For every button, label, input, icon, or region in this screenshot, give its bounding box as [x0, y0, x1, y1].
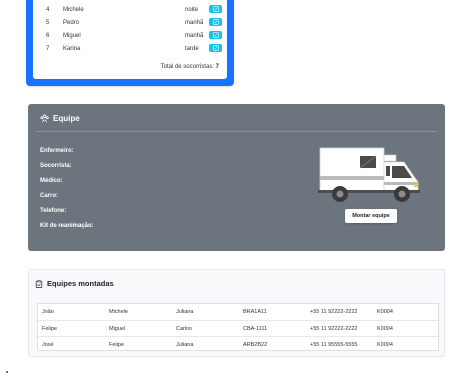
row-name: Pedro: [63, 20, 80, 26]
socorristas-card: 4 Michele noite 5 Pedro manhã 6 Miguel m…: [26, 0, 234, 86]
cell-carro: ARB2B22: [243, 342, 268, 348]
cell-telefone: +55 11 92222-2222: [310, 326, 358, 332]
equipes-montadas-card: Equipes montadas João Michele Juliana BR…: [28, 269, 445, 357]
row-name: Michele: [63, 7, 84, 13]
row-name: Miguel: [63, 33, 81, 39]
cell-kit: K0004: [377, 326, 393, 332]
field-kit-reanimacao: Kit de reanimação:: [40, 223, 94, 229]
montar-equipe-button[interactable]: Montar equipe: [345, 209, 397, 223]
cell-enfermeiro: José: [42, 342, 54, 348]
table-row: José Felipe Juliana ARB2B22 +55 11 95555…: [38, 336, 438, 352]
table-row: 7 Karina tarde: [33, 43, 227, 56]
row-number: 6: [46, 33, 50, 39]
total-label: Total de socorristas:: [160, 64, 214, 70]
cell-telefone: +55 11 95555-5555: [310, 342, 358, 348]
team-icon: [40, 114, 49, 123]
cell-carro: BRA1A11: [243, 309, 267, 315]
divider: [36, 131, 437, 132]
equipe-title: Equipe: [53, 114, 80, 123]
row-number: 7: [46, 46, 50, 52]
socorristas-table: 4 Michele noite 5 Pedro manhã 6 Miguel m…: [33, 0, 227, 79]
field-socorrista: Socorrista:: [40, 163, 72, 169]
edit-button[interactable]: [209, 5, 222, 13]
edit-icon: [212, 45, 219, 51]
clipboard-icon: [35, 279, 43, 288]
equipes-montadas-header: Equipes montadas: [35, 279, 114, 288]
ambulance-illustration: [318, 147, 420, 202]
row-number: 4: [46, 7, 50, 13]
total-socorristas: Total de socorristas: 7: [161, 64, 219, 70]
row-name: Karina: [63, 46, 81, 52]
cell-kit: K0004: [377, 309, 393, 315]
equipes-montadas-title: Equipes montadas: [47, 279, 114, 288]
row-shift: manhã: [185, 33, 204, 39]
edit-button[interactable]: [209, 44, 222, 52]
field-medico: Médico:: [40, 178, 63, 184]
cell-medico: Carlos: [176, 326, 192, 332]
equipe-header: Equipe: [40, 114, 80, 123]
field-enfermeiro: Enfermeiro:: [40, 148, 74, 154]
cell-medico: Juliana: [176, 309, 194, 315]
stray-dot: [6, 371, 8, 373]
cell-enfermeiro: Felipe: [42, 326, 57, 332]
row-shift: manhã: [185, 20, 204, 26]
cell-socorrista: Felipe: [109, 342, 124, 348]
cell-kit: K0004: [377, 342, 393, 348]
cell-socorrista: Michele: [109, 309, 128, 315]
total-value: 7: [215, 64, 219, 70]
table-row: 6 Miguel manhã: [33, 30, 227, 43]
equipe-card: Equipe Enfermeiro: Socorrista: Médico: C…: [28, 104, 445, 251]
row-shift: tarde: [185, 46, 199, 52]
field-telefone: Telefone:: [40, 208, 67, 214]
row-number: 5: [46, 20, 50, 26]
cell-enfermeiro: João: [42, 309, 54, 315]
edit-icon: [212, 19, 219, 25]
table-row: Felipe Miguel Carlos CBA-1111 +55 11 922…: [38, 320, 438, 336]
table-row: 4 Michele noite: [33, 4, 227, 17]
field-carro: Carro:: [40, 193, 59, 199]
cell-socorrista: Miguel: [109, 326, 126, 332]
table-row: 5 Pedro manhã: [33, 17, 227, 30]
cell-telefone: +55 11 92222-2222: [310, 309, 358, 315]
edit-icon: [212, 32, 219, 38]
cell-carro: CBA-1111: [243, 326, 268, 332]
edit-icon: [212, 6, 219, 12]
cell-medico: Juliana: [176, 342, 194, 348]
equipes-montadas-table: João Michele Juliana BRA1A11 +55 11 9222…: [37, 303, 439, 351]
row-shift: noite: [185, 7, 199, 13]
edit-button[interactable]: [209, 31, 222, 39]
table-row: João Michele Juliana BRA1A11 +55 11 9222…: [38, 304, 438, 320]
edit-button[interactable]: [209, 18, 222, 26]
